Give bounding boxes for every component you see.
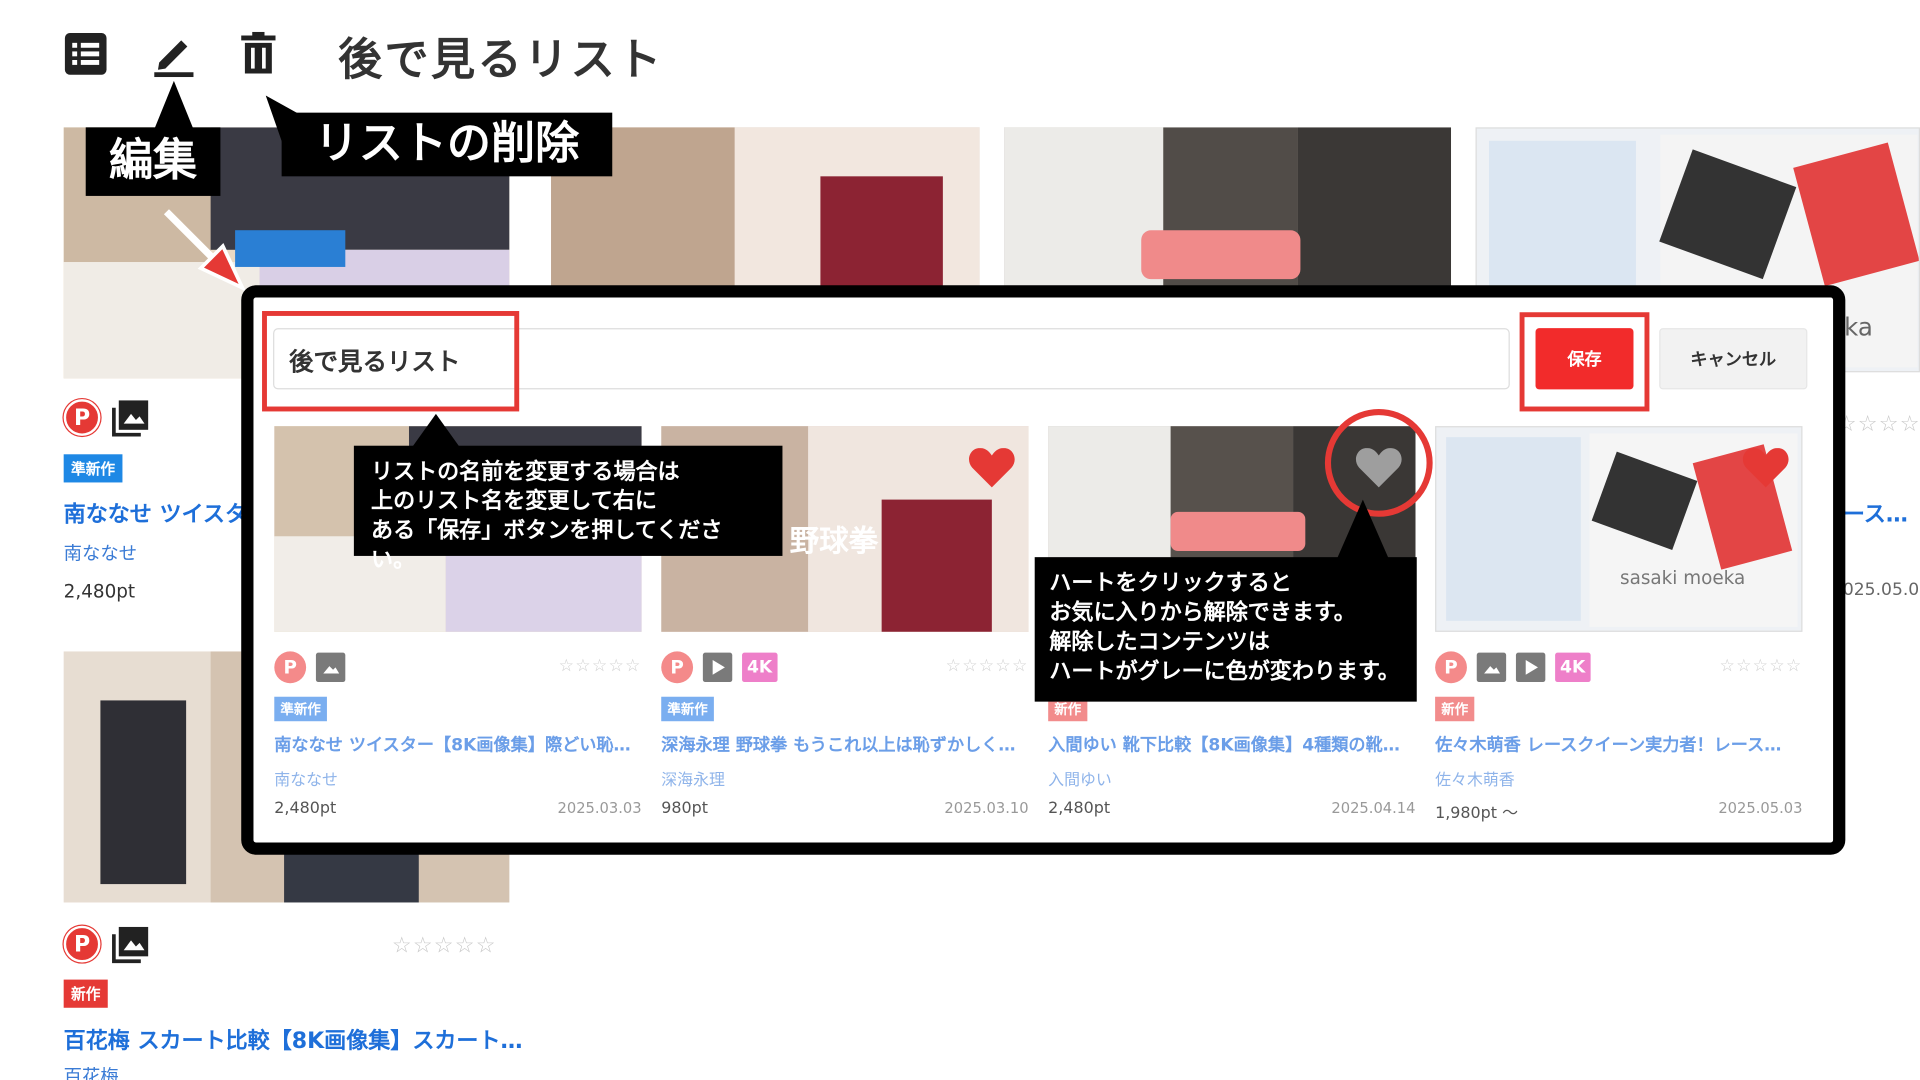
card-title[interactable]: 百花梅 スカート比較【8K画像集】スカート… <box>64 1024 523 1056</box>
card-title[interactable]: ース… <box>1843 497 1908 529</box>
heart-callout-line: 解除したコンテンツは <box>1049 629 1270 656</box>
card-title[interactable]: 入間ゆい 靴下比較【8K画像集】4種類の靴… <box>1048 732 1415 756</box>
edit-callout: 編集 <box>85 127 221 196</box>
star-rating[interactable]: ☆☆☆☆☆ <box>559 656 642 676</box>
card-author[interactable]: 南ななせ <box>274 767 338 789</box>
video-icon <box>1515 652 1546 683</box>
status-tag: 新作 <box>1435 696 1475 722</box>
card-date: 025.05.03 <box>1842 580 1920 601</box>
card-price: 2,480pt <box>274 799 337 818</box>
edit-callout-pointer <box>153 80 195 133</box>
card-title[interactable]: 深海永理 野球拳 もうこれ以上は恥ずかしく… <box>661 732 1028 756</box>
thumb-caption: sasaki moeka <box>1620 566 1746 589</box>
status-tag: 準新作 <box>661 696 714 722</box>
card-price: 1,980pt 〜 <box>1435 804 1519 823</box>
heart-icon[interactable] <box>1741 446 1790 490</box>
card-author[interactable]: 南ななせ <box>64 540 137 566</box>
gallery-icon <box>111 398 150 442</box>
heart-icon[interactable] <box>967 446 1016 490</box>
card-date: 2025.05.03 <box>1718 799 1803 817</box>
p-badge: P <box>63 925 101 963</box>
star-rating[interactable]: ☆☆☆☆ <box>1837 411 1920 437</box>
thumb-caption: 野球拳 <box>789 524 878 559</box>
card-price: 2,480pt <box>1048 799 1111 818</box>
rename-callout-pointer <box>411 413 461 449</box>
card-author[interactable]: 入間ゆい <box>1048 767 1112 789</box>
star-rating[interactable]: ☆☆☆☆☆ <box>392 933 497 959</box>
pencil-icon[interactable] <box>152 32 196 78</box>
card-date: 2025.04.14 <box>1331 799 1416 817</box>
4k-badge: 4K <box>742 652 778 683</box>
cancel-button[interactable]: キャンセル <box>1659 328 1808 390</box>
card-author[interactable]: 深海永理 <box>661 767 725 789</box>
highlight-frame-save <box>1519 312 1650 412</box>
card-author[interactable]: 百花梅 <box>64 1063 119 1080</box>
status-tag: 準新作 <box>63 454 123 483</box>
rename-callout-line: 上のリスト名を変更して右に <box>371 488 657 515</box>
card-price: 2,480pt <box>63 580 136 603</box>
card-title[interactable]: 南ななせ ツイスター【8K画像集】際どい恥… <box>274 732 641 756</box>
heart-callout-line: ハートがグレーに色が変わります。 <box>1049 658 1400 685</box>
status-tag: 新作 <box>63 979 108 1008</box>
gallery-icon <box>1476 652 1507 683</box>
heart-callout-pointer <box>1337 499 1389 559</box>
rename-callout-line: ある「保存」ボタンを押してください。 <box>371 517 723 574</box>
card-thumbnail[interactable] <box>1004 127 1452 287</box>
card-price: 980pt <box>661 799 708 818</box>
rename-callout-line: リストの名前を変更する場合は <box>371 459 680 485</box>
card-title[interactable]: 南ななせ ツイスター <box>64 497 269 529</box>
arrow-icon <box>163 209 247 292</box>
star-rating[interactable]: ☆☆☆☆☆ <box>946 656 1029 676</box>
card-date: 2025.03.10 <box>944 799 1029 817</box>
trash-icon[interactable] <box>236 31 280 76</box>
overlay-text: ka <box>1844 312 1873 342</box>
heart-callout-line: ハートをクリックすると <box>1049 570 1292 597</box>
video-icon <box>702 652 733 683</box>
card-thumbnail[interactable] <box>551 127 980 287</box>
highlight-frame-name <box>262 311 520 412</box>
card-title[interactable]: 佐々木萌香 レースクイーン実力者！レース… <box>1435 732 1802 756</box>
page-title: 後で見るリスト <box>337 35 664 86</box>
list-item[interactable]: sasaki moeka P 4K ☆☆☆☆☆ 新作 佐々木萌香 レースクイーン… <box>1435 426 1803 830</box>
star-rating[interactable]: ☆☆☆☆☆ <box>1719 656 1802 676</box>
status-tag: 準新作 <box>274 696 327 722</box>
card-date: 2025.03.03 <box>557 799 642 817</box>
card-author[interactable]: 佐々木萌香 <box>1435 767 1515 789</box>
gallery-icon <box>315 652 346 683</box>
p-badge: P <box>274 651 307 684</box>
p-badge: P <box>1435 651 1467 684</box>
rename-callout: リストの名前を変更する場合は 上のリスト名を変更して右に ある「保存」ボタンを押… <box>353 445 783 573</box>
delete-callout: リストの削除 <box>281 112 613 177</box>
4k-badge: 4K <box>1555 652 1591 683</box>
p-badge: P <box>661 651 694 684</box>
list-icon[interactable] <box>64 32 108 76</box>
heart-callout: ハートをクリックすると お気に入りから解除できます。 解除したコンテンツは ハー… <box>1034 557 1417 702</box>
heart-callout-line: お気に入りから解除できます。 <box>1049 600 1356 626</box>
gallery-icon <box>111 924 150 968</box>
p-badge: P <box>63 399 101 436</box>
